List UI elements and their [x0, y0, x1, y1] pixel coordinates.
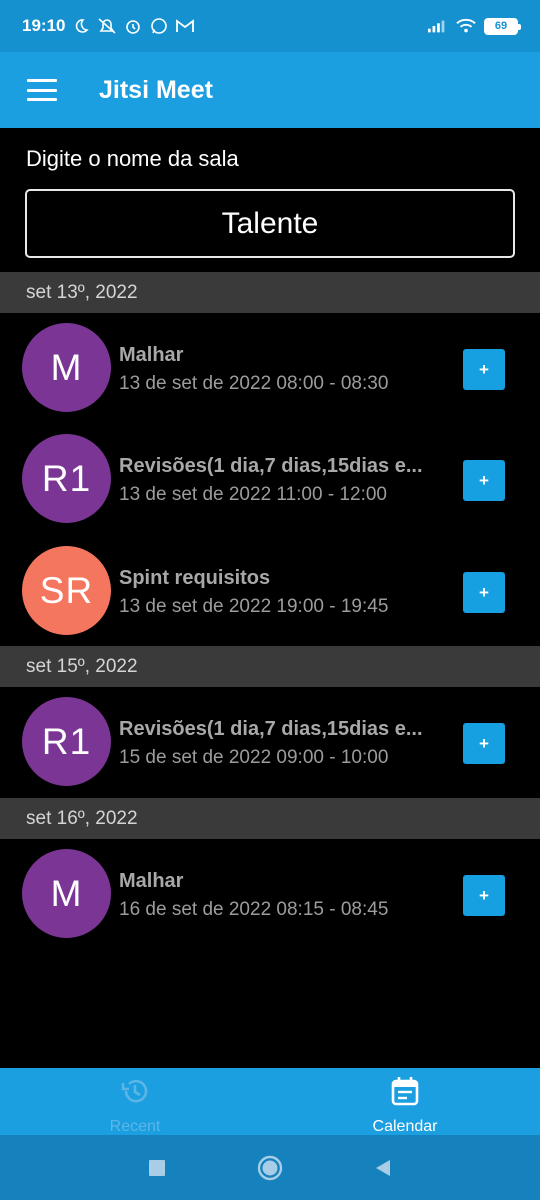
- event-title: Revisões(1 dia,7 dias,15dias e...: [119, 455, 423, 477]
- wifi-icon: [456, 16, 476, 36]
- avatar: R1: [22, 697, 111, 786]
- avatar: M: [22, 323, 111, 412]
- system-nav-bar: [0, 1135, 540, 1200]
- back-triangle-icon[interactable]: [363, 1148, 403, 1188]
- battery-icon: 69: [484, 17, 521, 35]
- event-title: Spint requisitos: [119, 567, 271, 589]
- tab-calendar[interactable]: Calendar: [270, 1068, 540, 1135]
- event-title: Revisões(1 dia,7 dias,15dias e...: [119, 718, 423, 740]
- event-time: 13 de set de 2022 11:00 - 12:00: [119, 484, 387, 505]
- signal-icon: [428, 16, 448, 36]
- status-right: 69: [428, 16, 521, 36]
- hamburger-menu-icon[interactable]: [27, 79, 57, 101]
- bottom-tab-bar: Recent Calendar: [0, 1068, 540, 1135]
- add-event-button[interactable]: +: [463, 875, 505, 916]
- status-bar: 19:10 69: [0, 0, 540, 52]
- tab-label: Calendar: [372, 1118, 438, 1135]
- event-row[interactable]: SR Spint requisitos 13 de set de 2022 19…: [0, 535, 540, 646]
- gmail-icon: [175, 16, 195, 36]
- tab-recent[interactable]: Recent: [0, 1068, 270, 1135]
- status-time: 19:10: [22, 16, 66, 35]
- tab-label: Recent: [109, 1118, 161, 1135]
- event-time: 15 de set de 2022 09:00 - 10:00: [119, 747, 389, 768]
- event-row[interactable]: R1 Revisões(1 dia,7 dias,15dias e... 13 …: [0, 423, 540, 534]
- avatar: R1: [22, 434, 111, 523]
- silent-notifications-icon: [97, 16, 117, 36]
- app-bar: Jitsi Meet: [0, 52, 540, 128]
- date-section-header: set 15º, 2022: [0, 646, 540, 687]
- add-event-button[interactable]: +: [463, 349, 505, 390]
- avatar: M: [22, 849, 111, 938]
- calendar-icon: [390, 1076, 420, 1106]
- room-name-input[interactable]: [25, 189, 515, 258]
- event-row[interactable]: M Malhar 16 de set de 2022 08:15 - 08:45…: [0, 838, 540, 949]
- status-left: 19:10: [22, 16, 195, 36]
- event-time: 13 de set de 2022 19:00 - 19:45: [119, 596, 389, 617]
- date-section-header: set 13º, 2022: [0, 272, 540, 313]
- event-row[interactable]: R1 Revisões(1 dia,7 dias,15dias e... 15 …: [0, 686, 540, 797]
- event-time: 16 de set de 2022 08:15 - 08:45: [119, 899, 389, 920]
- room-name-label: Digite o nome da sala: [26, 146, 239, 171]
- moon-icon: [71, 16, 91, 36]
- event-time: 13 de set de 2022 08:00 - 08:30: [119, 373, 389, 394]
- add-event-button[interactable]: +: [463, 460, 505, 501]
- date-section-header: set 16º, 2022: [0, 798, 540, 839]
- event-title: Malhar: [119, 870, 184, 892]
- add-event-button[interactable]: +: [463, 572, 505, 613]
- event-title: Malhar: [119, 344, 184, 366]
- history-icon: [120, 1076, 150, 1106]
- alarm-icon: [123, 16, 143, 36]
- avatar: SR: [22, 546, 111, 635]
- event-row[interactable]: M Malhar 13 de set de 2022 08:00 - 08:30…: [0, 312, 540, 423]
- app-title: Jitsi Meet: [99, 75, 213, 104]
- recents-square-icon[interactable]: [137, 1148, 177, 1188]
- home-circle-icon[interactable]: [250, 1148, 290, 1188]
- add-event-button[interactable]: +: [463, 723, 505, 764]
- whatsapp-icon: [149, 16, 169, 36]
